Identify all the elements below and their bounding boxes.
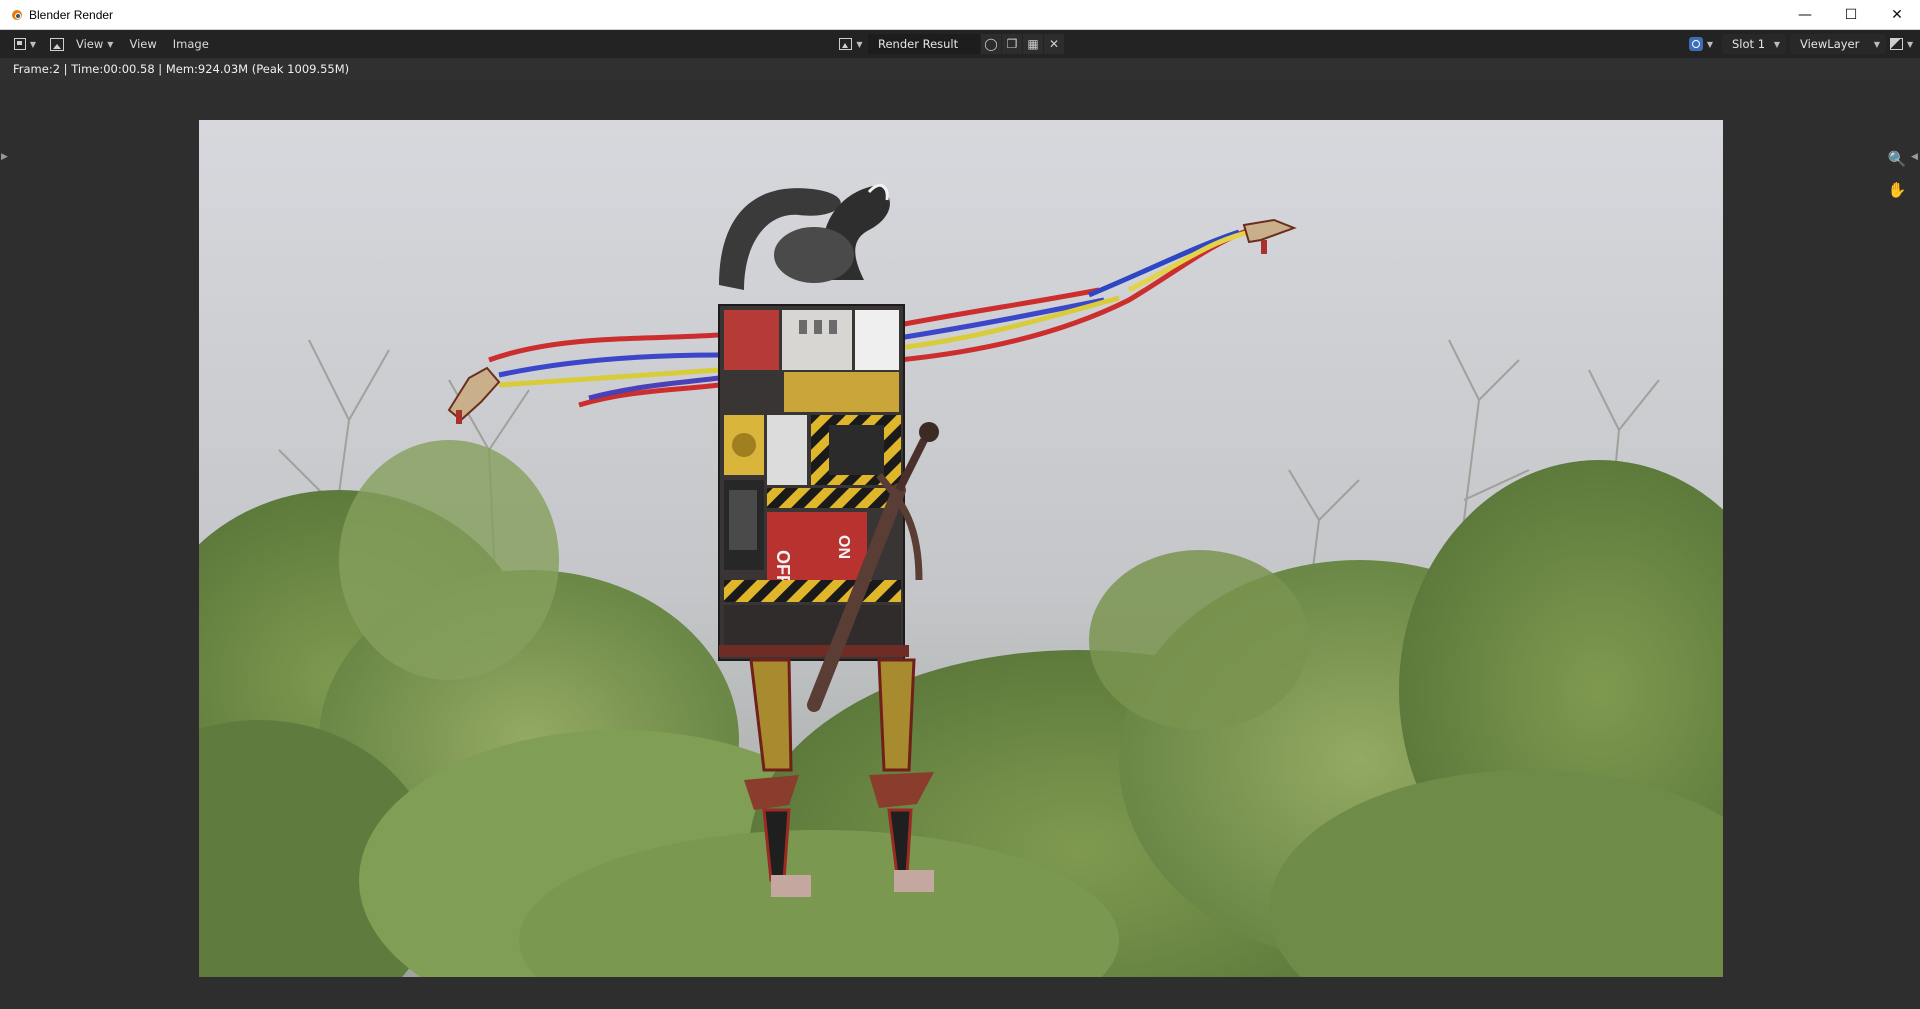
chevron-down-icon: ▼ xyxy=(29,39,36,49)
header-right-controls: ▼ Slot 1 ▼ ViewLayer ▼ ▼ xyxy=(1684,34,1920,54)
slot-label: Slot 1 xyxy=(1732,37,1766,51)
open-folder-icon[interactable]: ▦ xyxy=(1023,34,1043,54)
image-datablock-selector: ▼ Render Result ◯ ❐ ▦ ✕ xyxy=(836,34,1064,54)
zoom-icon[interactable]: 🔍 xyxy=(1884,146,1910,172)
maximize-icon[interactable]: ☐ xyxy=(1828,0,1874,30)
window-title: Blender Render xyxy=(29,7,114,22)
image-browse-icon xyxy=(839,38,853,50)
image-mode-icon[interactable] xyxy=(50,37,64,51)
render-stats-text: Frame:2 | Time:00:00.58 | Mem:924.03M (P… xyxy=(13,62,350,76)
chevron-down-icon: ▼ xyxy=(1873,39,1880,49)
display-channels-button[interactable]: ▼ xyxy=(1890,34,1918,54)
view-mode-label: View xyxy=(76,37,104,51)
robot-on-label: ON xyxy=(835,535,852,559)
sidebar-expand-arrow-icon[interactable]: ◀ xyxy=(1911,152,1918,162)
image-browse-button[interactable]: ▼ xyxy=(836,34,866,54)
menu-view[interactable]: View xyxy=(125,34,160,54)
unlink-close-icon[interactable]: ✕ xyxy=(1044,34,1064,54)
minimize-icon[interactable]: — xyxy=(1782,0,1828,30)
new-image-icon[interactable]: ❐ xyxy=(1002,34,1022,54)
view-layer-dropdown[interactable]: ViewLayer ▼ xyxy=(1790,34,1886,54)
view-mode-dropdown[interactable]: View ▼ xyxy=(72,34,117,54)
view-layer-label: ViewLayer xyxy=(1800,37,1860,51)
slot-dropdown[interactable]: Slot 1 ▼ xyxy=(1722,34,1786,54)
editor-type-icon xyxy=(14,38,26,50)
display-channels-icon xyxy=(1890,38,1903,50)
chevron-down-icon: ▼ xyxy=(1907,39,1914,49)
editor-type-button[interactable]: ▼ xyxy=(10,34,40,54)
menu-image[interactable]: Image xyxy=(169,34,213,54)
blender-logo-icon xyxy=(9,8,23,22)
render-info-bar: Frame:2 | Time:00:00.58 | Mem:924.03M (P… xyxy=(0,58,1920,80)
window-titlebar[interactable]: Blender Render — ☐ ✕ xyxy=(0,0,1920,30)
hand-pan-icon[interactable]: ✋ xyxy=(1884,177,1910,203)
image-editor-header: ▼ View ▼ View Image ▼ Render Result ◯ ❐ … xyxy=(0,30,1920,58)
render-pass-button[interactable]: ▼ xyxy=(1684,34,1718,54)
chevron-down-icon: ▼ xyxy=(1773,39,1780,49)
toolbar-expand-arrow-icon[interactable]: ▶ xyxy=(1,152,8,162)
image-name-field[interactable]: Render Result xyxy=(868,34,980,54)
chevron-down-icon: ▼ xyxy=(856,39,863,49)
window-controls: — ☐ ✕ xyxy=(1782,0,1920,30)
render-pass-icon xyxy=(1688,37,1703,51)
render-result-image[interactable]: OFF ON xyxy=(199,120,1723,977)
close-icon[interactable]: ✕ xyxy=(1874,0,1920,30)
chevron-down-icon: ▼ xyxy=(107,39,114,49)
render-result-picture: OFF ON xyxy=(199,120,1723,977)
chevron-down-icon: ▼ xyxy=(1706,39,1714,49)
fake-user-shield-icon[interactable]: ◯ xyxy=(981,34,1001,54)
